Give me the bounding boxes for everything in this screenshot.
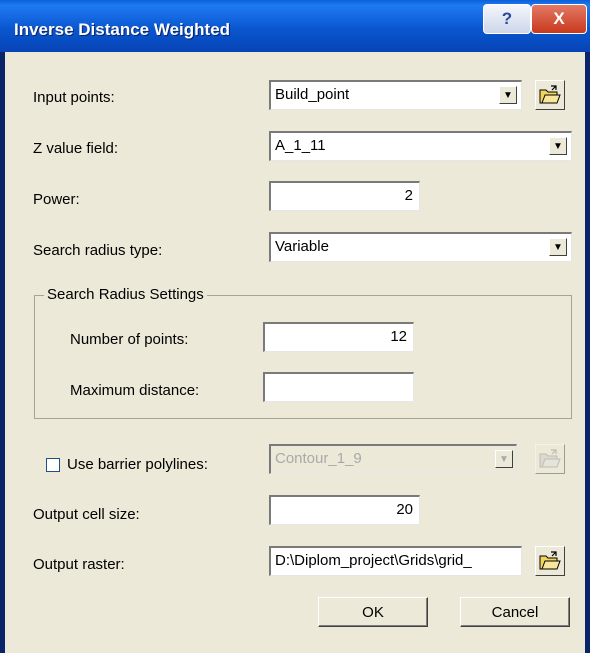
use-barrier-polylines-label[interactable]: Use barrier polylines: <box>67 456 208 473</box>
z-value-field-value: A_1_11 <box>275 137 326 154</box>
power-input[interactable]: 2 <box>269 181 420 211</box>
cancel-button[interactable]: Cancel <box>460 597 570 627</box>
output-raster-value: D:\Diplom_project\Grids\grid_ <box>275 552 472 569</box>
dialog-window: Inverse Distance Weighted ? X Input poin… <box>0 0 590 653</box>
input-points-label: Input points: <box>33 89 115 106</box>
dialog-title: Inverse Distance Weighted <box>14 20 231 39</box>
help-icon: ? <box>501 9 513 28</box>
input-points-dropdown[interactable]: Build_point ▼ <box>269 80 522 110</box>
open-folder-icon <box>539 449 561 468</box>
number-of-points-input[interactable]: 12 <box>263 322 414 352</box>
close-icon: X <box>553 9 565 28</box>
z-value-field-dropdown[interactable]: A_1_11 ▼ <box>269 131 572 161</box>
search-radius-type-value: Variable <box>275 238 329 255</box>
title-bar[interactable]: Inverse Distance Weighted ? X <box>0 0 590 52</box>
open-folder-icon <box>539 85 561 104</box>
close-button[interactable]: X <box>531 4 587 34</box>
chevron-down-icon[interactable]: ▼ <box>499 86 517 104</box>
search-radius-settings-title: Search Radius Settings <box>44 286 207 303</box>
chevron-down-icon[interactable]: ▼ <box>549 137 567 155</box>
ok-button[interactable]: OK <box>318 597 428 627</box>
help-button[interactable]: ? <box>483 4 531 34</box>
search-radius-type-label: Search radius type: <box>33 242 163 259</box>
power-label: Power: <box>33 191 80 208</box>
output-cell-size-input[interactable]: 20 <box>269 495 420 525</box>
maximum-distance-input[interactable] <box>263 372 414 402</box>
maximum-distance-label: Maximum distance: <box>70 382 200 399</box>
number-of-points-label: Number of points: <box>70 331 189 348</box>
chevron-down-icon[interactable]: ▼ <box>495 450 513 468</box>
z-value-field-label: Z value field: <box>33 140 119 157</box>
input-points-value: Build_point <box>275 86 350 103</box>
output-raster-label: Output raster: <box>33 556 125 573</box>
output-raster-input[interactable]: D:\Diplom_project\Grids\grid_ <box>269 546 522 576</box>
number-of-points-value: 12 <box>390 328 407 345</box>
power-value: 2 <box>404 187 413 204</box>
barrier-polylines-value: Contour_1_9 <box>275 450 362 467</box>
output-cell-size-value: 20 <box>396 501 413 518</box>
use-barrier-polylines-checkbox[interactable] <box>46 458 60 472</box>
barrier-polylines-dropdown[interactable]: Contour_1_9 ▼ <box>269 444 517 474</box>
output-raster-browse-button[interactable] <box>535 546 565 576</box>
barrier-browse-button[interactable] <box>535 444 565 474</box>
search-radius-type-dropdown[interactable]: Variable ▼ <box>269 232 572 262</box>
chevron-down-icon[interactable]: ▼ <box>549 238 567 256</box>
open-folder-icon <box>539 551 561 570</box>
output-cell-size-label: Output cell size: <box>33 506 140 523</box>
input-points-browse-button[interactable] <box>535 80 565 110</box>
